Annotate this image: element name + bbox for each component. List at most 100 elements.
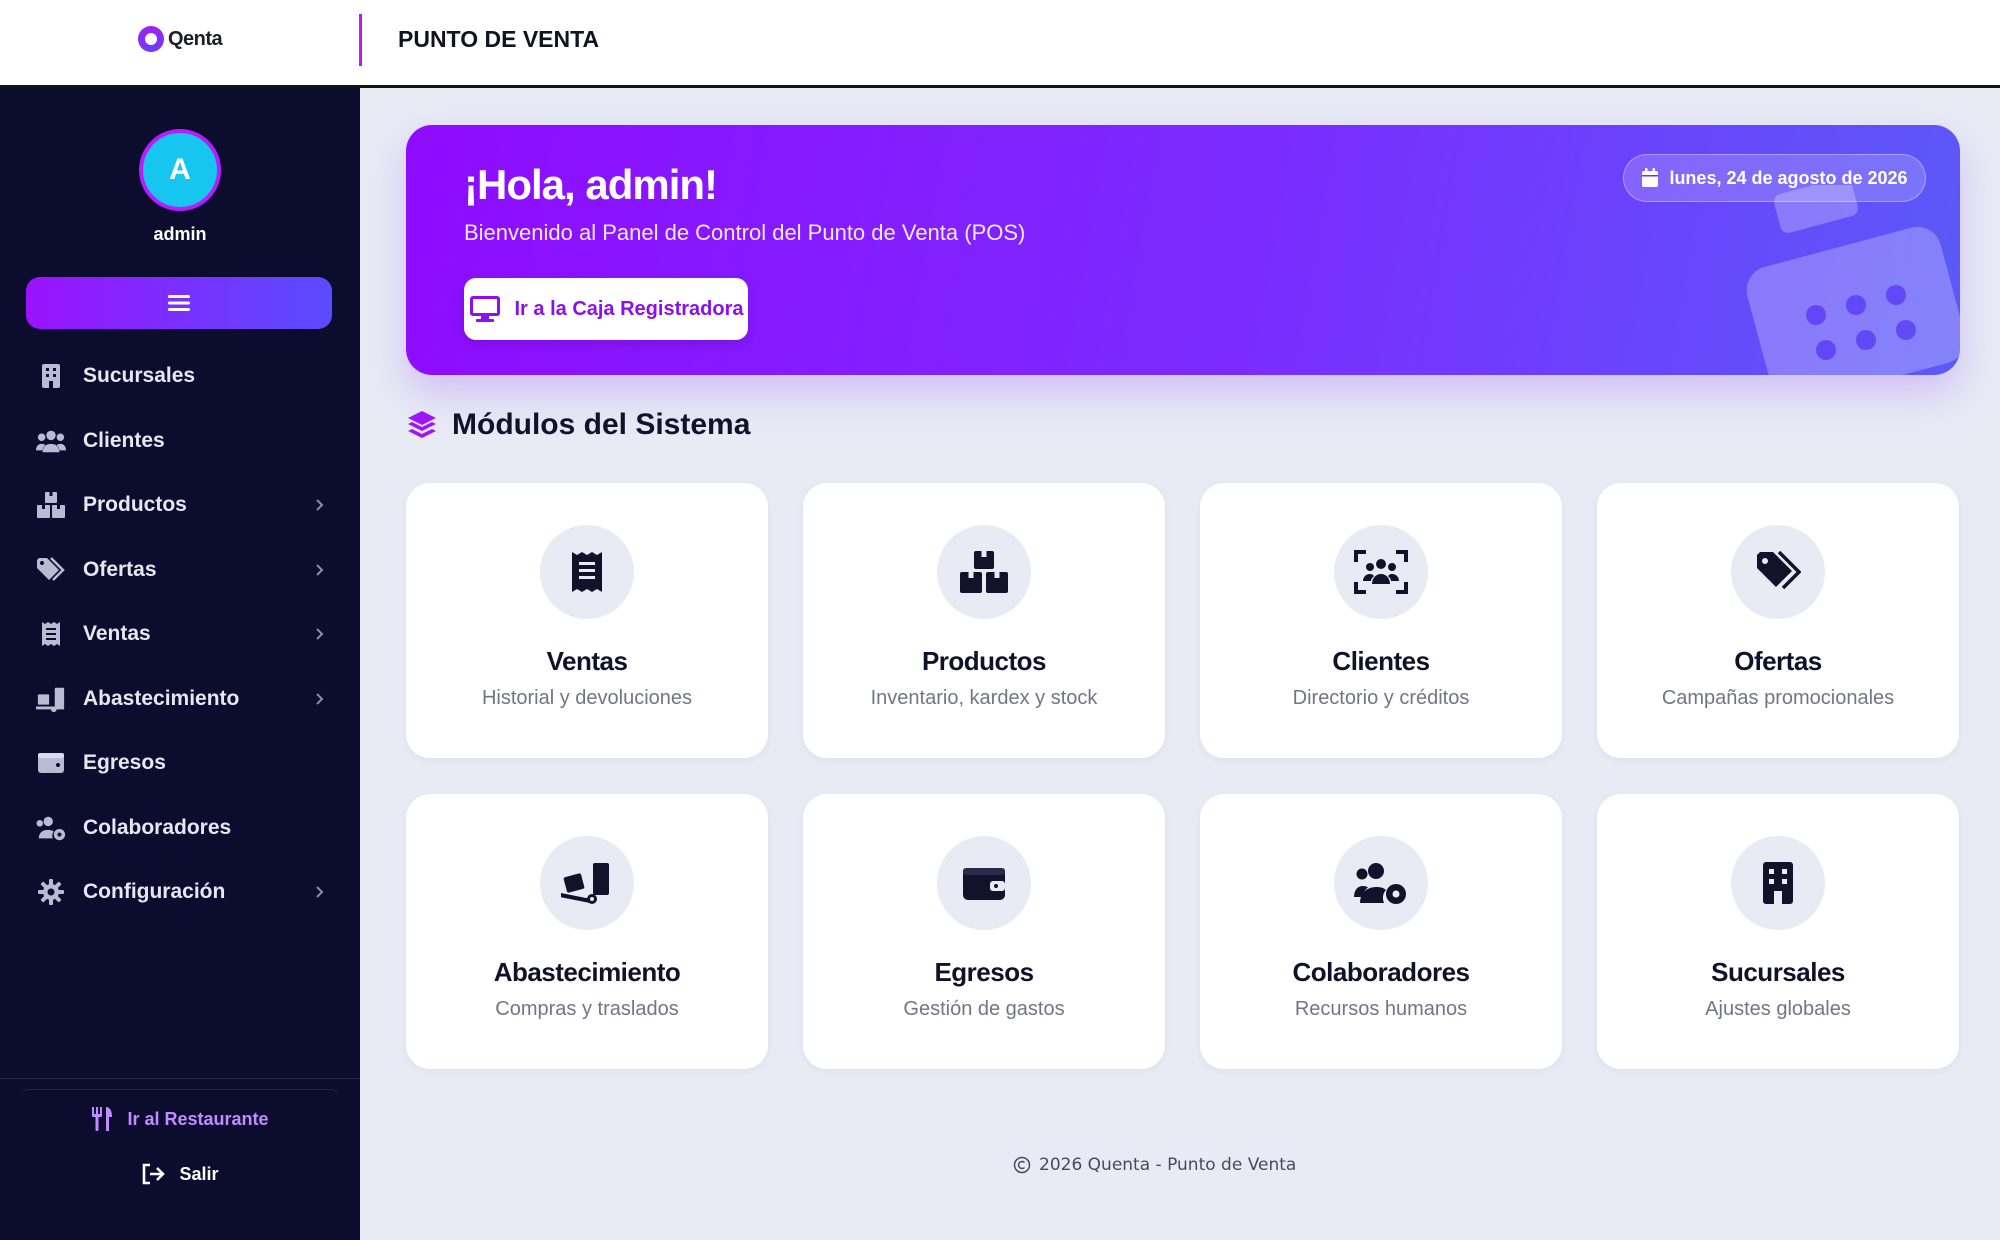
modules-grid: Ventas Historial y devoluciones Producto… [406,483,1960,1069]
sidebar-item-ofertas[interactable]: Ofertas [26,538,336,603]
avatar-letter: A [169,153,191,186]
sidebar-item-label: Colaboradores [83,815,232,839]
sidebar-item-sucursales[interactable]: Sucursales [26,344,336,409]
sidebar-item-label: Abastecimiento [83,686,240,710]
username: admin [153,224,207,244]
greeting-subtitle: Bienvenido al Panel de Control del Punto… [464,220,1026,245]
card-title: Sucursales [1711,957,1845,987]
dolly-icon [36,684,66,714]
desktop-icon [469,296,500,322]
module-card-productos[interactable]: Productos Inventario, kardex y stock [803,483,1165,758]
chevron-right-icon [310,692,330,706]
module-card-sucursales[interactable]: Sucursales Ajustes globales [1597,794,1959,1069]
building-icon [36,361,66,391]
page-title: PUNTO DE VENTA [398,26,600,52]
sidebar-item-label: Clientes [83,428,165,452]
boxes-icon [937,525,1031,619]
card-subtitle: Ajustes globales [1705,998,1851,1020]
layer-group-icon [408,411,436,438]
module-card-abastecimiento[interactable]: Abastecimiento Compras y traslados [406,794,768,1069]
card-subtitle: Inventario, kardex y stock [870,687,1098,709]
sidebar-item-configuracion[interactable]: Configuración [26,860,336,925]
sidebar-item-colaboradores[interactable]: Colaboradores [26,796,336,861]
top-bar: Qenta PUNTO DE VENTA [0,0,2000,88]
hamburger-icon [168,295,190,311]
logout-label: Salir [179,1163,219,1184]
card-subtitle: Historial y devoluciones [481,687,693,709]
go-to-register-button[interactable]: Ir a la Caja Registradora [464,278,748,340]
sign-out-icon [143,1163,166,1185]
card-subtitle: Recursos humanos [1294,998,1468,1020]
chevron-right-icon [310,498,330,512]
modules-title: Módulos del Sistema [452,408,751,441]
card-title: Ventas [546,646,628,676]
date-text: lunes, 24 de agosto de 2026 [1669,167,1908,188]
restaurant-link[interactable]: Ir al Restaurante [0,1107,360,1131]
users-viewfinder-icon [1334,525,1428,619]
module-card-egresos[interactable]: Egresos Gestión de gastos [803,794,1165,1069]
dolly-icon [540,836,634,930]
sidebar-footer: Ir al Restaurante Salir [0,1078,360,1185]
go-to-register-label: Ir a la Caja Registradora [514,297,744,320]
copyright-footer: 2026 Quenta - Punto de Venta [1013,1155,1296,1175]
cash-register-icon [1746,185,1960,375]
card-title: Colaboradores [1292,957,1471,987]
copyright-text: 2026 Quenta - Punto de Venta [1039,1155,1297,1175]
copyright-icon [1013,1156,1031,1174]
tags-icon [1731,525,1825,619]
sidebar-item-label: Sucursales [83,364,196,388]
modules-section-title: Módulos del Sistema [406,408,750,442]
sidebar-item-productos[interactable]: Productos [26,473,336,538]
greeting-title: ¡Hola, admin! [464,161,718,208]
wallet-icon [937,836,1031,930]
card-subtitle: Campañas promocionales [1661,687,1895,709]
users-gear-icon [1334,836,1428,930]
module-card-ventas[interactable]: Ventas Historial y devoluciones [406,483,768,758]
card-title: Ofertas [1734,646,1822,676]
receipt-icon [540,525,634,619]
gear-icon [36,877,66,907]
sidebar: A admin Sucursales Clientes Productos Of… [0,88,360,1240]
users-icon [36,426,66,456]
tags-icon [36,555,66,585]
utensils-icon [92,1107,113,1131]
module-card-clientes[interactable]: Clientes Directorio y créditos [1200,483,1562,758]
card-subtitle: Compras y traslados [495,998,679,1020]
restaurant-link-label: Ir al Restaurante [127,1108,269,1129]
card-title: Abastecimiento [493,957,681,987]
avatar[interactable]: A [139,129,221,211]
menu-toggle-button[interactable] [26,277,332,329]
logo-icon [138,26,164,52]
chevron-right-icon [310,563,330,577]
logout-button[interactable]: Salir [0,1163,360,1185]
sidebar-item-label: Egresos [83,751,166,775]
chevron-right-icon [310,627,330,641]
header-divider [359,14,362,66]
calendar-icon [1642,168,1659,187]
sidebar-item-ventas[interactable]: Ventas [26,602,336,667]
sidebar-item-label: Configuración [83,880,226,904]
module-card-ofertas[interactable]: Ofertas Campañas promocionales [1597,483,1959,758]
sidebar-item-clientes[interactable]: Clientes [26,409,336,474]
card-title: Productos [921,646,1047,676]
sidebar-item-egresos[interactable]: Egresos [26,731,336,796]
sidebar-item-label: Ofertas [83,557,157,581]
sidebar-item-abastecimiento[interactable]: Abastecimiento [26,667,336,732]
users-gear-icon [36,813,66,843]
sidebar-item-label: Ventas [83,622,151,646]
app-logo[interactable]: Qenta [138,26,223,52]
sidebar-nav: Sucursales Clientes Productos Ofertas Ve… [26,344,336,925]
chevron-right-icon [310,885,330,899]
module-card-colaboradores[interactable]: Colaboradores Recursos humanos [1200,794,1562,1069]
building-icon [1731,836,1825,930]
card-title: Clientes [1332,646,1430,676]
card-subtitle: Directorio y créditos [1292,687,1470,709]
date-badge: lunes, 24 de agosto de 2026 [1623,154,1926,202]
receipt-icon [36,619,66,649]
card-subtitle: Gestión de gastos [903,998,1065,1020]
wallet-icon [36,748,66,778]
welcome-banner: ¡Hola, admin! Bienvenido al Panel de Con… [406,125,1960,375]
sidebar-item-label: Productos [83,493,187,517]
card-title: Egresos [934,957,1034,987]
boxes-icon [36,490,66,520]
